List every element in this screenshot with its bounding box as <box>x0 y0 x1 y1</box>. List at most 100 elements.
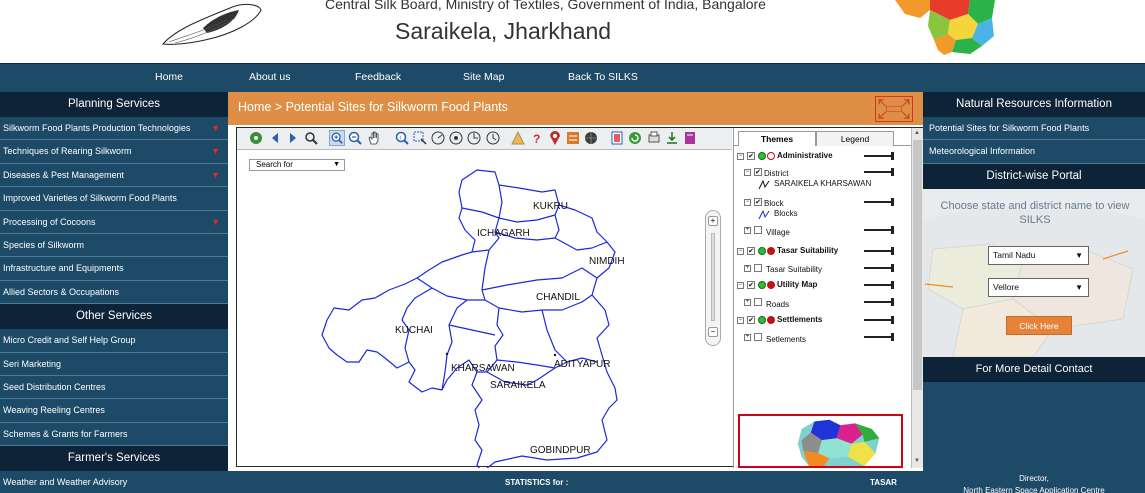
layer-checkbox[interactable] <box>754 333 762 341</box>
nav-about-us[interactable]: About us <box>249 71 290 83</box>
full-map-icon[interactable] <box>875 96 913 122</box>
click-here-button[interactable]: Click Here <box>1006 315 1072 335</box>
expand-icon[interactable]: + <box>744 334 751 341</box>
zoom-extent-icon[interactable] <box>303 130 319 146</box>
portal-prompt: Choose state and district name to view S… <box>940 199 1130 226</box>
layer-checkbox[interactable] <box>754 226 762 234</box>
zoom-slider[interactable]: + − <box>705 210 721 346</box>
zoom-plus-icon[interactable]: + <box>708 216 718 226</box>
district-select[interactable]: Vellore ▼ <box>988 277 1089 297</box>
sidebar-item-seed-distribution[interactable]: Seed Distribution Centres <box>0 376 228 400</box>
layer-checkbox[interactable]: ✔ <box>747 247 755 255</box>
sidebar-item-food-plants-tech[interactable]: Silkworm Food Plants Production Technolo… <box>0 117 228 141</box>
identify-icon[interactable]: i <box>394 130 410 146</box>
sidebar-item-species[interactable]: Species of Silkworm <box>0 234 228 258</box>
select-icon[interactable] <box>412 130 428 146</box>
area-icon[interactable] <box>448 130 464 146</box>
layer-label: District <box>764 169 789 178</box>
opacity-slider[interactable] <box>864 168 894 176</box>
layers-icon[interactable] <box>609 130 625 146</box>
statistics-value: TASAR <box>870 478 897 487</box>
download-icon[interactable] <box>664 130 680 146</box>
nav-back-to-silks[interactable]: Back To SILKS <box>568 71 638 83</box>
sidebar-item-improved-varieties[interactable]: Improved Varieties of Silkworm Food Plan… <box>0 187 228 211</box>
layer-group-label: Tasar Suitability <box>777 246 839 255</box>
sidebar-item-seri-marketing[interactable]: Seri Marketing <box>0 353 228 376</box>
layer-group-utility: − ✔ Utility Map <box>734 280 912 292</box>
collapse-icon[interactable]: − <box>744 169 751 176</box>
sidebar-item-meteorological[interactable]: Meteorological Information <box>923 140 1145 164</box>
overview-map[interactable] <box>738 414 903 468</box>
sidebar-item-weaving-reeling[interactable]: Weaving Reeling Centres <box>0 399 228 423</box>
sidebar-item-weather[interactable]: Weather and Weather Advisory <box>0 471 228 493</box>
sidebar-item-allied[interactable]: Allied Sectors & Occupations <box>0 281 228 305</box>
scroll-down-icon[interactable]: ▼ <box>914 458 920 464</box>
district-map[interactable]: KUKRU ICHAGARH NIMDIH CHANDIL KUCHAI KHA… <box>237 150 732 468</box>
pan-hand-icon[interactable] <box>366 130 382 146</box>
sidebar-item-schemes[interactable]: Schemes & Grants for Farmers <box>0 423 228 447</box>
opacity-slider[interactable] <box>864 298 894 306</box>
opacity-slider[interactable] <box>864 316 894 324</box>
book-icon[interactable] <box>682 130 698 146</box>
print-icon[interactable] <box>646 130 662 146</box>
draw-icon[interactable] <box>510 130 526 146</box>
layer-checkbox[interactable]: ✔ <box>754 168 762 176</box>
collapse-icon[interactable]: − <box>737 317 744 324</box>
scroll-thumb[interactable] <box>913 140 922 390</box>
inactive-status-icon <box>767 247 775 255</box>
scroll-up-icon[interactable]: ▲ <box>914 130 920 136</box>
globe-icon[interactable] <box>583 130 599 146</box>
layer-checkbox[interactable] <box>754 264 762 272</box>
sidebar-item-infrastructure[interactable]: Infrastructure and Equipments <box>0 257 228 281</box>
breadcrumb[interactable]: Home > Potential Sites for Silkworm Food… <box>238 100 508 114</box>
layer-checkbox[interactable] <box>754 298 762 306</box>
state-select[interactable]: Tamil Nadu ▼ <box>988 245 1089 265</box>
layer-village: + Village <box>734 225 912 237</box>
sidebar-item-cocoons[interactable]: Processing of Cocoons ▼ <box>0 211 228 234</box>
opacity-slider[interactable] <box>864 152 894 160</box>
buffer-icon[interactable] <box>466 130 482 146</box>
sidebar-item-potential-sites[interactable]: Potential Sites for Silkworm Food Plants <box>923 117 1145 141</box>
submenu-arrow-icon: ▼ <box>211 169 220 180</box>
question-icon[interactable]: ? <box>529 130 545 146</box>
opacity-slider[interactable] <box>864 281 894 289</box>
collapse-icon[interactable]: − <box>744 199 751 206</box>
measure-icon[interactable] <box>430 130 446 146</box>
sidebar-item-micro-credit[interactable]: Micro Credit and Self Help Group <box>0 329 228 353</box>
collapse-icon[interactable]: − <box>737 282 744 289</box>
legend-icon[interactable] <box>565 130 581 146</box>
collapse-icon[interactable]: − <box>737 248 744 255</box>
clock-icon[interactable] <box>485 130 501 146</box>
nav-site-map[interactable]: Site Map <box>463 71 504 83</box>
opacity-slider[interactable] <box>864 333 894 341</box>
sidebar-item-rearing[interactable]: Techniques of Rearing Silkworm ▼ <box>0 140 228 164</box>
layers-scrollbar[interactable]: ▲ ▼ <box>911 128 923 468</box>
svg-text:i: i <box>400 136 401 142</box>
layer-checkbox[interactable]: ✔ <box>747 316 755 324</box>
zoom-out-icon[interactable] <box>347 130 363 146</box>
refresh-icon[interactable] <box>627 130 643 146</box>
expand-icon[interactable]: + <box>744 299 751 306</box>
zoom-minus-icon[interactable]: − <box>708 327 718 337</box>
collapse-icon[interactable]: − <box>737 153 744 160</box>
layer-checkbox[interactable]: ✔ <box>747 281 755 289</box>
marker-icon[interactable] <box>547 130 563 146</box>
back-arrow-icon[interactable] <box>267 130 283 146</box>
expand-icon[interactable]: + <box>744 227 751 234</box>
layer-checkbox[interactable]: ✔ <box>747 152 755 160</box>
opacity-slider[interactable] <box>864 226 894 234</box>
tab-legend[interactable]: Legend <box>816 131 894 146</box>
sidebar-item-diseases[interactable]: Diseases & Pest Management ▼ <box>0 164 228 188</box>
opacity-slider[interactable] <box>864 264 894 272</box>
tab-themes[interactable]: Themes <box>738 131 816 146</box>
zoom-track[interactable] <box>711 233 715 321</box>
forward-arrow-icon[interactable] <box>285 130 301 146</box>
nav-feedback[interactable]: Feedback <box>355 71 401 83</box>
full-extent-icon[interactable] <box>248 130 264 146</box>
layer-checkbox[interactable]: ✔ <box>754 198 762 206</box>
opacity-slider[interactable] <box>864 247 894 255</box>
opacity-slider[interactable] <box>864 198 894 206</box>
nav-home[interactable]: Home <box>155 71 183 83</box>
expand-icon[interactable]: + <box>744 265 751 272</box>
zoom-in-icon[interactable] <box>329 130 345 146</box>
